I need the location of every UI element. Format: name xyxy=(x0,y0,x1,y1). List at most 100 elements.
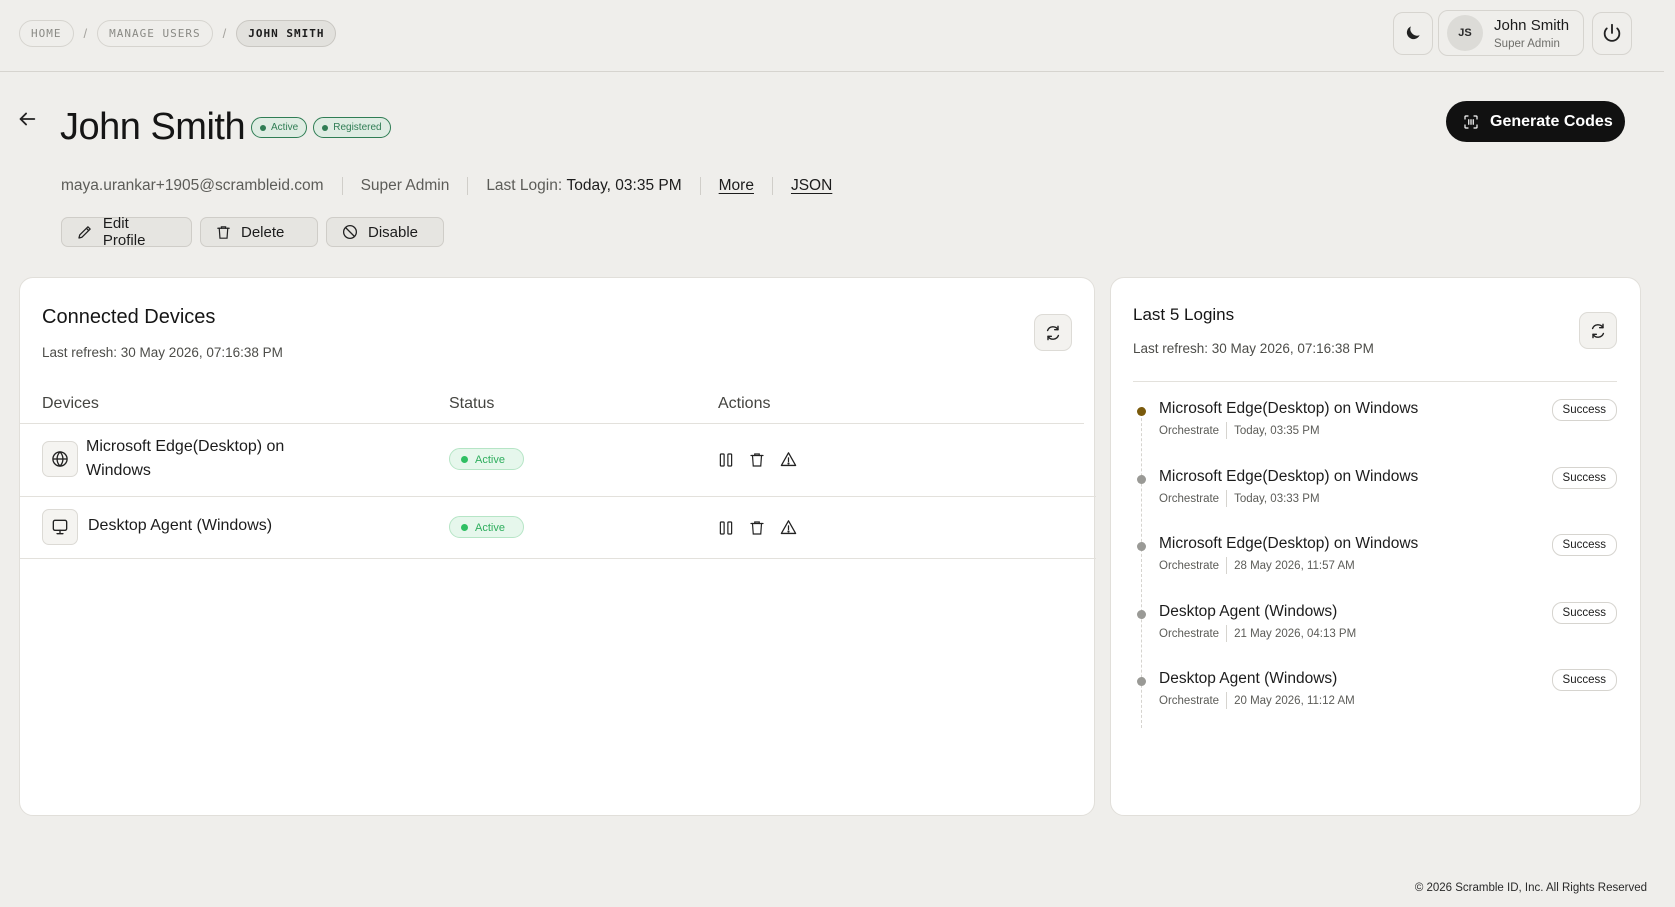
divider xyxy=(467,177,469,195)
login-time: Today, 03:33 PM xyxy=(1234,492,1320,505)
last-logins-card: Last 5 Logins Last refresh: 30 May 2026,… xyxy=(1110,277,1641,816)
status-badge: Success xyxy=(1551,467,1617,489)
divider xyxy=(1226,692,1228,709)
refresh-devices-button[interactable] xyxy=(1034,314,1072,351)
warning-icon xyxy=(780,452,797,467)
breadcrumb-home[interactable]: HOME xyxy=(19,20,74,47)
user-menu-name: John Smith xyxy=(1494,16,1570,34)
theme-toggle-button[interactable] xyxy=(1393,11,1433,55)
login-time: 20 May 2026, 11:12 AM xyxy=(1234,694,1355,707)
login-app: Orchestrate xyxy=(1159,492,1220,505)
profile-meta: maya.urankar+1905@scrambleid.com Super A… xyxy=(61,177,832,195)
login-device: Desktop Agent (Windows) xyxy=(1159,603,1338,620)
breadcrumb-current: JOHN SMITH xyxy=(236,20,337,47)
status-badges: Active Registered xyxy=(251,117,397,138)
divider xyxy=(1226,557,1228,574)
pencil-icon xyxy=(78,226,91,239)
device-icon-box xyxy=(42,441,78,477)
login-device: Microsoft Edge(Desktop) on Windows xyxy=(1159,468,1419,485)
globe-icon xyxy=(52,450,68,468)
breadcrumb: HOME / MANAGE USERS / JOHN SMITH xyxy=(19,20,337,47)
card-title: Last 5 Logins xyxy=(1133,305,1235,324)
login-app: Orchestrate xyxy=(1159,559,1220,572)
report-device-button[interactable] xyxy=(779,518,798,537)
arrow-left-icon xyxy=(19,112,36,126)
user-menu[interactable]: JS John Smith Super Admin xyxy=(1438,10,1584,56)
login-app: Orchestrate xyxy=(1159,694,1220,707)
status-badge-registered: Registered xyxy=(313,117,391,138)
divider xyxy=(1226,490,1228,507)
table-row: Microsoft Edge(Desktop) on Windows Activ… xyxy=(20,423,1096,496)
login-device: Microsoft Edge(Desktop) on Windows xyxy=(1159,400,1419,417)
moon-icon xyxy=(1406,26,1420,40)
refresh-icon xyxy=(1591,323,1605,338)
delete-device-button[interactable] xyxy=(748,519,766,537)
login-app: Orchestrate xyxy=(1159,627,1220,640)
device-name-line: Windows xyxy=(86,462,151,479)
timeline-dot xyxy=(1137,542,1146,551)
profile-actions: Edit Profile Delete Disable xyxy=(61,215,452,249)
login-device: Desktop Agent (Windows) xyxy=(1159,670,1338,687)
card-title: Connected Devices xyxy=(42,306,216,328)
refresh-icon xyxy=(1046,325,1060,340)
refresh-logins-button[interactable] xyxy=(1579,312,1617,349)
report-device-button[interactable] xyxy=(779,450,798,469)
profile-role: Super Admin xyxy=(360,177,450,194)
status-badge: Active xyxy=(449,448,524,470)
user-menu-role: Super Admin xyxy=(1494,37,1560,50)
status-badge: Success xyxy=(1551,669,1617,691)
json-link[interactable]: JSON xyxy=(791,177,832,195)
status-badge: Success xyxy=(1551,399,1617,421)
edit-profile-button[interactable]: Edit Profile xyxy=(61,215,192,249)
disable-user-button[interactable]: Disable xyxy=(326,217,444,247)
divider xyxy=(20,558,1096,559)
device-name-line: Microsoft Edge(Desktop) on xyxy=(86,438,285,455)
trash-icon xyxy=(217,225,230,239)
pause-device-button[interactable] xyxy=(717,519,735,537)
power-icon xyxy=(1603,23,1621,42)
column-header-devices: Devices xyxy=(42,395,99,412)
generate-codes-button[interactable]: Generate Codes xyxy=(1446,101,1625,142)
login-app: Orchestrate xyxy=(1159,424,1220,437)
pause-icon xyxy=(719,452,733,467)
timeline-dot xyxy=(1137,407,1146,416)
device-icon-box xyxy=(42,509,78,545)
status-badge-active: Active xyxy=(251,117,308,138)
delete-device-button[interactable] xyxy=(748,451,766,469)
delete-user-button[interactable]: Delete xyxy=(200,217,318,247)
back-button[interactable] xyxy=(16,108,38,135)
login-device: Microsoft Edge(Desktop) on Windows xyxy=(1159,535,1419,552)
breadcrumb-separator: / xyxy=(222,26,227,41)
trash-icon xyxy=(750,520,764,535)
trash-icon xyxy=(750,452,764,467)
code-grid-icon xyxy=(1464,114,1478,129)
divider xyxy=(1226,625,1228,642)
column-header-status: Status xyxy=(449,395,495,412)
last-login-value: Today, 03:35 PM xyxy=(566,177,682,194)
device-name-line: Desktop Agent (Windows) xyxy=(88,517,273,534)
breadcrumb-manage-users[interactable]: MANAGE USERS xyxy=(97,20,213,47)
disable-label: Disable xyxy=(368,223,419,241)
table-row: Desktop Agent (Windows) Active xyxy=(20,496,1096,558)
last-refresh-text: Last refresh: 30 May 2026, 07:16:38 PM xyxy=(1133,341,1374,356)
pause-device-button[interactable] xyxy=(717,451,735,469)
avatar: JS xyxy=(1447,15,1483,51)
column-header-actions: Actions xyxy=(718,395,771,412)
more-link[interactable]: More xyxy=(719,177,754,195)
ban-icon xyxy=(342,224,358,240)
divider xyxy=(771,177,773,195)
monitor-icon xyxy=(52,519,68,535)
delete-label: Delete xyxy=(241,223,285,241)
last-refresh-text: Last refresh: 30 May 2026, 07:16:38 PM xyxy=(42,345,283,360)
logout-button[interactable] xyxy=(1592,11,1632,55)
profile-email: maya.urankar+1905@scrambleid.com xyxy=(61,177,324,194)
timeline-dot xyxy=(1137,610,1146,619)
pause-icon xyxy=(719,520,733,535)
divider xyxy=(1133,381,1617,382)
login-time: Today, 03:35 PM xyxy=(1234,424,1320,437)
status-badge: Success xyxy=(1551,602,1617,624)
top-bar: HOME / MANAGE USERS / JOHN SMITH JS John… xyxy=(0,0,1664,72)
divider xyxy=(341,177,343,195)
breadcrumb-separator: / xyxy=(83,26,88,41)
footer-copyright: © 2026 Scramble ID, Inc. All Rights Rese… xyxy=(1414,882,1647,894)
